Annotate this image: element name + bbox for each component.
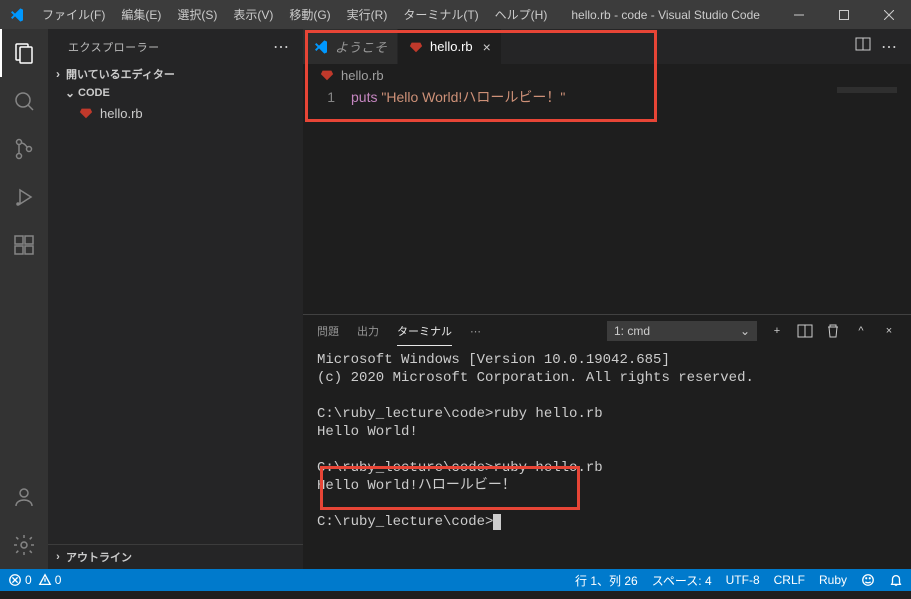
panel-tab-problems[interactable]: 問題 bbox=[317, 317, 339, 345]
ruby-file-icon bbox=[319, 67, 335, 83]
status-error-count: 0 bbox=[25, 573, 32, 587]
bell-icon[interactable] bbox=[889, 573, 903, 587]
split-terminal-icon[interactable] bbox=[797, 323, 813, 339]
menu-run[interactable]: 実行(R) bbox=[339, 0, 396, 29]
file-hello-rb[interactable]: hello.rb bbox=[48, 102, 303, 124]
activity-extensions-icon[interactable] bbox=[0, 221, 48, 269]
window-controls bbox=[776, 0, 911, 29]
kill-terminal-icon[interactable] bbox=[825, 323, 841, 339]
panel-more-icon[interactable]: ⋯ bbox=[470, 325, 483, 338]
menu-go[interactable]: 移動(G) bbox=[281, 0, 338, 29]
open-editors-section[interactable]: › 開いているエディター bbox=[48, 64, 303, 84]
status-encoding[interactable]: UTF-8 bbox=[726, 573, 760, 587]
outline-section[interactable]: › アウトライン bbox=[48, 544, 303, 569]
code-editor[interactable]: 1 puts "Hello World!ハロールビー！" bbox=[303, 86, 911, 314]
sidebar-header: エクスプローラー ⋯ bbox=[48, 29, 303, 64]
editor-tabs: ようこそ hello.rb × ⋯ bbox=[303, 29, 911, 64]
activity-source-control-icon[interactable] bbox=[0, 125, 48, 173]
chevron-down-icon: ⌄ bbox=[62, 86, 78, 100]
sidebar-title: エクスプローラー bbox=[68, 39, 273, 55]
sidebar-explorer: エクスプローラー ⋯ › 開いているエディター ⌄ CODE hello.rb … bbox=[48, 29, 303, 569]
menu-edit[interactable]: 編集(E) bbox=[113, 0, 169, 29]
ruby-file-icon bbox=[78, 105, 94, 121]
activity-settings-icon[interactable] bbox=[0, 521, 48, 569]
activity-run-debug-icon[interactable] bbox=[0, 173, 48, 221]
tab-hello-label: hello.rb bbox=[430, 39, 473, 54]
titlebar: ファイル(F) 編集(E) 選択(S) 表示(V) 移動(G) 実行(R) ター… bbox=[0, 0, 911, 29]
maximize-panel-icon[interactable]: ^ bbox=[853, 323, 869, 339]
split-editor-icon[interactable] bbox=[855, 36, 871, 57]
panel-tabs: 問題 出力 ターミナル ⋯ 1: cmd ⌄ + ^ × bbox=[303, 315, 911, 347]
breadcrumb-file: hello.rb bbox=[341, 68, 384, 83]
chevron-right-icon: › bbox=[50, 67, 66, 81]
activity-explorer-icon[interactable] bbox=[0, 29, 48, 77]
tab-close-icon[interactable]: × bbox=[483, 39, 491, 55]
panel-tab-output[interactable]: 出力 bbox=[357, 317, 379, 345]
feedback-icon[interactable] bbox=[861, 573, 875, 587]
status-ln-col[interactable]: 行 1、列 26 bbox=[575, 572, 638, 589]
status-errors[interactable]: 0 bbox=[8, 573, 32, 587]
tab-welcome[interactable]: ようこそ bbox=[303, 29, 398, 64]
panel: 問題 出力 ターミナル ⋯ 1: cmd ⌄ + ^ × Microsoft W… bbox=[303, 314, 911, 569]
code-string: "Hello World!ハロールビー！" bbox=[381, 89, 565, 105]
open-editors-label: 開いているエディター bbox=[66, 66, 175, 82]
editor-area: ようこそ hello.rb × ⋯ hello.rb 1 bbox=[303, 29, 911, 569]
tab-welcome-label: ようこそ bbox=[335, 37, 387, 56]
more-actions-icon[interactable]: ⋯ bbox=[881, 37, 899, 57]
menu-file[interactable]: ファイル(F) bbox=[34, 0, 113, 29]
code-line-1: puts "Hello World!ハロールビー！" bbox=[351, 86, 565, 314]
code-keyword: puts bbox=[351, 89, 377, 105]
status-language[interactable]: Ruby bbox=[819, 573, 847, 587]
terminal-output[interactable]: Microsoft Windows [Version 10.0.19042.68… bbox=[303, 347, 911, 569]
line-number: 1 bbox=[303, 86, 351, 314]
main: エクスプローラー ⋯ › 開いているエディター ⌄ CODE hello.rb … bbox=[0, 29, 911, 569]
maximize-button[interactable] bbox=[821, 0, 866, 29]
breadcrumb[interactable]: hello.rb bbox=[303, 64, 911, 86]
tab-hello-rb[interactable]: hello.rb × bbox=[398, 29, 502, 64]
menu-selection[interactable]: 選択(S) bbox=[169, 0, 225, 29]
outline-label: アウトライン bbox=[66, 549, 132, 565]
file-name: hello.rb bbox=[100, 106, 143, 121]
activity-account-icon[interactable] bbox=[0, 473, 48, 521]
status-eol[interactable]: CRLF bbox=[774, 573, 805, 587]
status-spaces[interactable]: スペース: 4 bbox=[652, 572, 712, 589]
terminal-selector[interactable]: 1: cmd ⌄ bbox=[607, 321, 757, 341]
status-warnings[interactable]: 0 bbox=[38, 573, 62, 587]
close-button[interactable] bbox=[866, 0, 911, 29]
close-panel-icon[interactable]: × bbox=[881, 323, 897, 339]
window-title: hello.rb - code - Visual Studio Code bbox=[555, 8, 776, 22]
ruby-file-icon bbox=[408, 39, 424, 55]
minimap[interactable] bbox=[837, 87, 897, 93]
menu-bar: ファイル(F) 編集(E) 選択(S) 表示(V) 移動(G) 実行(R) ター… bbox=[34, 0, 555, 29]
menu-view[interactable]: 表示(V) bbox=[225, 0, 281, 29]
editor-actions: ⋯ bbox=[855, 29, 911, 64]
sidebar-more-icon[interactable]: ⋯ bbox=[273, 37, 291, 57]
status-warning-count: 0 bbox=[55, 573, 62, 587]
activity-search-icon[interactable] bbox=[0, 77, 48, 125]
folder-root[interactable]: ⌄ CODE bbox=[48, 84, 303, 102]
menu-terminal[interactable]: ターミナル(T) bbox=[395, 0, 486, 29]
status-bar: 0 0 行 1、列 26 スペース: 4 UTF-8 CRLF Ruby bbox=[0, 569, 911, 591]
folder-name: CODE bbox=[78, 87, 110, 99]
panel-tab-terminal[interactable]: ターミナル bbox=[397, 317, 452, 346]
terminal-selector-label: 1: cmd bbox=[614, 324, 650, 338]
activity-bar bbox=[0, 29, 48, 569]
menu-help[interactable]: ヘルプ(H) bbox=[487, 0, 556, 29]
new-terminal-icon[interactable]: + bbox=[769, 323, 785, 339]
chevron-right-icon: › bbox=[50, 551, 66, 563]
chevron-down-icon: ⌄ bbox=[740, 324, 750, 338]
minimize-button[interactable] bbox=[776, 0, 821, 29]
vscode-logo-icon bbox=[0, 7, 34, 23]
